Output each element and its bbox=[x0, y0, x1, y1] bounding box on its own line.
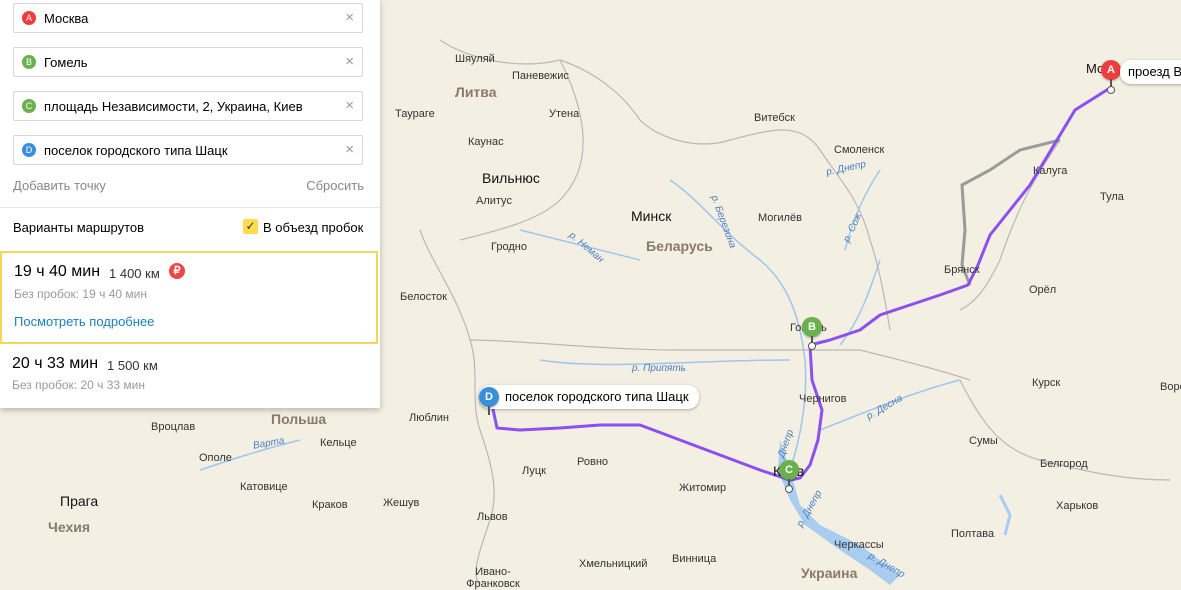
city-label: Сумы bbox=[969, 435, 998, 447]
clear-icon[interactable]: × bbox=[345, 97, 354, 114]
reset-link[interactable]: Сбросить bbox=[306, 178, 364, 193]
avoid-traffic-label[interactable]: В объезд пробок bbox=[263, 220, 363, 235]
city-label: Жешув bbox=[383, 497, 420, 509]
country-label: Польша bbox=[271, 411, 327, 427]
waypoint-badge-b: B bbox=[22, 55, 36, 69]
city-label: Белгород bbox=[1040, 458, 1088, 470]
city-label: Ивано-Франковск bbox=[466, 566, 520, 590]
country-label: Литва bbox=[455, 84, 497, 100]
city-label: Паневежис bbox=[512, 70, 569, 82]
city-label: Белосток bbox=[400, 291, 447, 303]
city-label: Вроцлав bbox=[151, 421, 196, 433]
waypoint-d-input[interactable]: поселок городского типа Шацк bbox=[44, 143, 228, 158]
toll-icon: ₽ bbox=[169, 263, 185, 279]
clear-icon[interactable]: × bbox=[345, 9, 354, 26]
river-label: р. Припять bbox=[632, 363, 686, 374]
pin-d-bubble[interactable]: поселок городского типа Шацк bbox=[479, 385, 699, 409]
route-option-1[interactable]: 19 ч 40 мин 1 400 км ₽ Без пробок: 19 ч … bbox=[0, 251, 378, 344]
country-label: Беларусь bbox=[646, 238, 713, 254]
country-label: Украина bbox=[801, 565, 858, 581]
route-option-2[interactable]: 20 ч 33 мин 1 500 км Без пробок: 20 ч 33… bbox=[0, 346, 378, 406]
city-label: Житомир bbox=[679, 482, 727, 494]
route-no-traffic: Без пробок: 19 ч 40 мин bbox=[14, 287, 147, 301]
city-label: Хмельницкий bbox=[579, 558, 648, 570]
route-no-traffic: Без пробок: 20 ч 33 мин bbox=[12, 378, 145, 392]
waypoint-field-b[interactable]: B Гомель × bbox=[13, 47, 363, 77]
city-label: Могилёв bbox=[758, 212, 802, 224]
country-label: Чехия bbox=[48, 519, 90, 535]
city-label: Люблин bbox=[409, 412, 449, 424]
pin-d-tail bbox=[488, 406, 490, 415]
pin-b-foot bbox=[808, 342, 816, 350]
city-label: Краков bbox=[312, 499, 348, 511]
pin-b[interactable]: B bbox=[802, 317, 822, 337]
city-label: Полтава bbox=[951, 528, 995, 540]
city-label: Смоленск bbox=[834, 144, 885, 156]
variants-label: Варианты маршрутов bbox=[13, 220, 145, 235]
waypoint-field-d[interactable]: D поселок городского типа Шацк × bbox=[13, 135, 363, 165]
city-label: Курск bbox=[1032, 377, 1061, 389]
route-distance: 1 400 км bbox=[109, 266, 160, 281]
city-label: Ополе bbox=[199, 452, 232, 464]
pin-d[interactable]: D bbox=[479, 387, 499, 407]
pin-a-foot bbox=[1107, 86, 1115, 94]
waypoint-a-input[interactable]: Москва bbox=[44, 11, 88, 26]
waypoint-b-input[interactable]: Гомель bbox=[44, 55, 88, 70]
city-label: Харьков bbox=[1056, 500, 1099, 512]
city-label: Гродно bbox=[491, 241, 527, 253]
city-label: Вильнюс bbox=[482, 170, 540, 186]
city-label: Луцк bbox=[522, 465, 546, 477]
waypoint-field-c[interactable]: C площадь Независимости, 2, Украина, Кие… bbox=[13, 91, 363, 121]
city-label: Утена bbox=[549, 108, 580, 120]
city-label: Тула bbox=[1100, 191, 1124, 203]
city-label: Львов bbox=[477, 511, 508, 523]
city-label: Таураге bbox=[395, 108, 435, 120]
route-panel: A Москва × B Гомель × C площадь Независи… bbox=[0, 0, 380, 408]
city-label: Алитус bbox=[476, 195, 512, 207]
pin-a[interactable]: A bbox=[1101, 60, 1121, 80]
waypoint-field-a[interactable]: A Москва × bbox=[13, 3, 363, 33]
divider bbox=[0, 207, 380, 208]
city-label: Ровно bbox=[577, 456, 609, 468]
view-details-link[interactable]: Посмотреть подробнее bbox=[14, 314, 154, 329]
city-label: Кельце bbox=[320, 437, 357, 449]
route-distance: 1 500 км bbox=[107, 358, 158, 373]
city-label: Калуга bbox=[1033, 165, 1068, 177]
avoid-traffic-checkbox[interactable]: ✓ bbox=[243, 219, 258, 234]
city-label: Чернигов bbox=[799, 393, 847, 405]
city-label: Черкассы bbox=[834, 539, 884, 551]
city-label: Каунас bbox=[468, 136, 504, 148]
add-point-link[interactable]: Добавить точку bbox=[13, 178, 106, 193]
route-time: 19 ч 40 мин bbox=[14, 263, 101, 280]
pin-c[interactable]: C bbox=[779, 460, 799, 480]
waypoint-badge-d: D bbox=[22, 143, 36, 157]
waypoint-c-input[interactable]: площадь Независимости, 2, Украина, Киев bbox=[44, 99, 303, 114]
city-label: Прага bbox=[60, 493, 99, 509]
waypoint-badge-c: C bbox=[22, 99, 36, 113]
city-label: Минск bbox=[631, 208, 672, 224]
clear-icon[interactable]: × bbox=[345, 53, 354, 70]
pin-c-foot bbox=[785, 485, 793, 493]
city-label: Витебск bbox=[754, 112, 795, 124]
city-label: Шяуляй bbox=[455, 53, 495, 65]
city-label: Катовице bbox=[240, 481, 288, 493]
pin-a-bubble[interactable]: проезд В bbox=[1120, 60, 1181, 84]
city-label: Винница bbox=[672, 553, 717, 565]
city-label: Орёл bbox=[1029, 284, 1057, 296]
waypoint-badge-a: A bbox=[22, 11, 36, 25]
clear-icon[interactable]: × bbox=[345, 141, 354, 158]
route-time: 20 ч 33 мин bbox=[12, 355, 99, 372]
city-label: Брянск bbox=[944, 264, 980, 276]
city-label: Воро bbox=[1160, 381, 1181, 393]
